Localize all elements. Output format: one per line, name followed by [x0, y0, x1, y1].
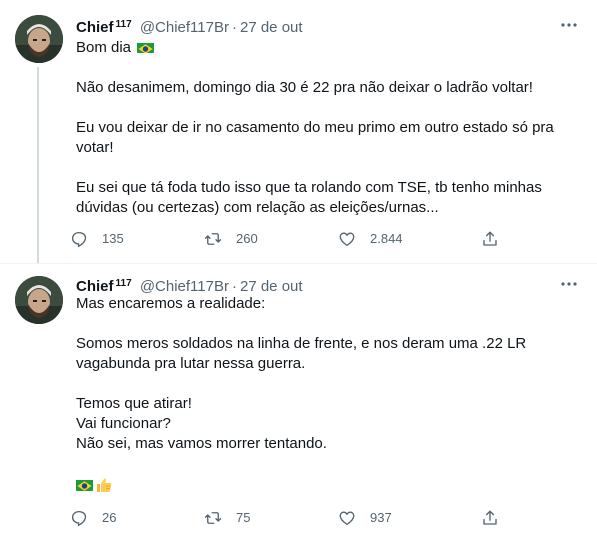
avatar[interactable]: [15, 276, 63, 324]
reply-icon: [71, 510, 87, 527]
author-name-superscript: 117: [115, 19, 132, 30]
separator-dot: ·: [231, 278, 237, 295]
tweet-text: Mas encaremos a realidade: Somos meros s…: [76, 294, 581, 454]
greeting-text: Bom dia: [76, 39, 132, 56]
tweet-paragraph: Eu vou deixar de ir no casamento do meu …: [76, 119, 554, 156]
retweet-button[interactable]: 75: [204, 508, 250, 528]
heart-icon: [339, 232, 355, 247]
retweet-button[interactable]: 260: [204, 229, 258, 249]
tweet-actions: 135 260 2.844: [70, 229, 510, 249]
reply-count: 26: [102, 510, 117, 525]
brazil-flag-icon: [137, 41, 155, 53]
tweet-date[interactable]: 27 de out: [240, 19, 303, 36]
heart-icon: [339, 511, 355, 526]
more-icon: [561, 282, 577, 286]
emoji-line: [76, 475, 113, 495]
tweet-paragraph: Mas encaremos a realidade:: [76, 295, 266, 312]
like-button[interactable]: 2.844: [338, 229, 403, 249]
more-options-button[interactable]: [559, 15, 579, 35]
author-handle[interactable]: @Chief117Br: [140, 19, 229, 36]
tweet-paragraph: Temos que atirar! Vai funcionar? Não sei…: [76, 395, 327, 452]
retweet-count: 260: [236, 231, 258, 246]
author-handle[interactable]: @Chief117Br: [140, 278, 229, 295]
reply-button[interactable]: 135: [70, 229, 124, 249]
share-button[interactable]: [481, 508, 513, 528]
more-icon: [561, 23, 577, 27]
reply-count: 135: [102, 231, 124, 246]
like-count: 2.844: [370, 231, 403, 246]
reply-icon: [71, 231, 87, 248]
thumbs-up-icon: [95, 476, 113, 494]
tweet[interactable]: Chief 117 @Chief117Br · 27 de out Bom dia N…: [0, 0, 597, 263]
tweet-paragraph: Eu sei que tá foda tudo isso que ta rola…: [76, 179, 542, 216]
reply-button[interactable]: 26: [70, 508, 116, 528]
avatar[interactable]: [15, 15, 63, 63]
like-button[interactable]: 937: [338, 508, 392, 528]
author-name[interactable]: Chief: [76, 278, 114, 295]
thread-line: [37, 67, 39, 263]
tweet-paragraph: Não desanimem, domingo dia 30 é 22 pra n…: [76, 79, 533, 96]
retweet-icon: [204, 233, 222, 245]
share-icon: [483, 510, 497, 525]
author-name[interactable]: Chief: [76, 19, 114, 36]
author-name-superscript: 117: [115, 278, 132, 289]
tweet-actions: 26 75 937: [70, 508, 510, 528]
separator-dot: ·: [231, 19, 237, 36]
tweet-header: Chief 117 @Chief117Br · 27 de out: [76, 15, 577, 36]
tweet[interactable]: Chief 117 @Chief117Br · 27 de out Mas encar…: [0, 263, 597, 542]
share-icon: [483, 231, 497, 246]
tweet-header: Chief 117 @Chief117Br · 27 de out: [76, 274, 577, 295]
tweet-paragraph: Somos meros soldados na linha de frente,…: [76, 335, 527, 372]
share-button[interactable]: [481, 229, 513, 249]
like-count: 937: [370, 510, 392, 525]
more-options-button[interactable]: [559, 274, 579, 294]
retweet-count: 75: [236, 510, 251, 525]
tweet-date[interactable]: 27 de out: [240, 278, 303, 295]
retweet-icon: [204, 512, 222, 524]
brazil-flag-icon: [76, 479, 93, 491]
tweet-text: Bom dia Não desanimem, domingo dia 30 é …: [76, 38, 581, 218]
